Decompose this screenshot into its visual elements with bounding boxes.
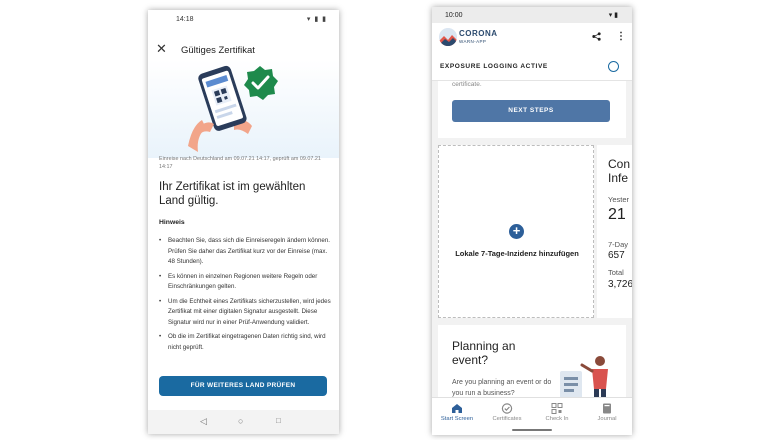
close-icon[interactable]: ✕ xyxy=(156,42,168,55)
add-incidence-card[interactable]: + Lokale 7-Tage-Inzidenz hinzufügen xyxy=(438,145,594,318)
right-phone-screen: 10:00 ▾ ▮ CORONA WARN-APP ⋮ EXPOSURE LOG… xyxy=(432,7,632,435)
exposure-logging-status[interactable]: EXPOSURE LOGGING ACTIVE xyxy=(432,57,632,81)
status-bar: 14:18 ▾ ▮ ▮ xyxy=(148,10,339,30)
more-options-icon[interactable]: ⋮ xyxy=(616,31,626,42)
stats-title: Con Infe xyxy=(608,157,631,185)
stats-total-value: 3,726 xyxy=(608,279,632,290)
event-planning-title: Planning an event? xyxy=(452,339,516,367)
nav-journal[interactable]: Journal xyxy=(582,398,632,435)
corona-warn-app-logo-icon xyxy=(439,28,457,46)
list-item: Es können in einzelnen Regionen weitere … xyxy=(159,272,335,293)
status-icons: ▾ ▮ xyxy=(608,12,618,19)
list-item: Um die Echtheit eines Zertifikats sicher… xyxy=(159,297,335,329)
status-time: 14:18 xyxy=(176,16,194,23)
back-icon[interactable]: ◁ xyxy=(200,416,207,427)
stats-yesterday-value: 21 xyxy=(608,206,626,223)
home-button-icon[interactable]: ○ xyxy=(238,416,243,426)
check-another-country-button[interactable]: FÜR WEITERES LAND PRÜFEN xyxy=(159,376,327,396)
app-name: CORONA xyxy=(459,29,498,38)
result-heading: Ihr Zertifikat ist im gewählten Land gül… xyxy=(159,181,306,207)
stats-seven-day-label: 7-Day xyxy=(608,240,629,249)
qr-code-icon xyxy=(551,403,563,414)
status-bar: 10:00 ▾ ▮ xyxy=(432,7,632,23)
gesture-handle xyxy=(512,429,552,431)
hint-title: Hinweis xyxy=(159,219,185,226)
stats-seven-day-value: 657 xyxy=(608,250,625,261)
system-navigation-bar: ◁ ○ □ xyxy=(148,410,339,434)
status-icons: ▾ ▮ ▮ xyxy=(306,16,327,23)
add-incidence-label: Lokale 7-Tage-Inzidenz hinzufügen xyxy=(455,249,579,258)
risk-card: certificate. NEXT STEPS xyxy=(438,81,626,138)
list-item: Beachten Sie, dass sich die Einreiserege… xyxy=(159,236,335,268)
left-phone-screen: 14:18 ▾ ▮ ▮ ✕ Gültiges Zertifikat Einrei… xyxy=(148,10,339,434)
share-icon[interactable] xyxy=(592,32,601,43)
verified-badge-icon xyxy=(244,66,278,100)
book-icon xyxy=(603,403,611,414)
event-planning-card[interactable]: Planning an event? Are you planning an e… xyxy=(438,325,626,405)
nav-start-screen[interactable]: Start Screen xyxy=(432,398,482,435)
home-icon xyxy=(452,404,462,413)
exposure-status-label: EXPOSURE LOGGING ACTIVE xyxy=(440,63,548,70)
hero-illustration xyxy=(148,60,339,158)
hint-list: Beachten Sie, dass sich die Einreiserege… xyxy=(159,236,335,357)
certificate-icon xyxy=(501,403,513,414)
statistics-card[interactable]: Con Infe Yester 21 7-Day 657 Total 3,726 xyxy=(597,145,632,318)
next-steps-button[interactable]: NEXT STEPS xyxy=(452,100,610,122)
add-icon: + xyxy=(509,224,524,239)
status-time: 10:00 xyxy=(445,12,463,19)
phone-in-hand-illustration xyxy=(188,65,278,152)
check-timestamp: Einreise nach Deutschland am 09.07.21 14… xyxy=(159,156,321,170)
list-item: Ob die im Zertifikat eingetragenen Daten… xyxy=(159,332,335,353)
recents-icon[interactable]: □ xyxy=(276,416,281,425)
page-title: Gültiges Zertifikat xyxy=(181,45,255,56)
app-bar: CORONA WARN-APP ⋮ xyxy=(432,23,632,57)
stats-yesterday-label: Yester xyxy=(608,195,629,204)
card-text-fragment: certificate. xyxy=(452,81,482,88)
exposure-status-ring-icon xyxy=(608,61,619,72)
app-subtitle: WARN-APP xyxy=(459,39,487,44)
event-planning-text: Are you planning an event or do you run … xyxy=(452,379,552,397)
stats-total-label: Total xyxy=(608,268,624,277)
